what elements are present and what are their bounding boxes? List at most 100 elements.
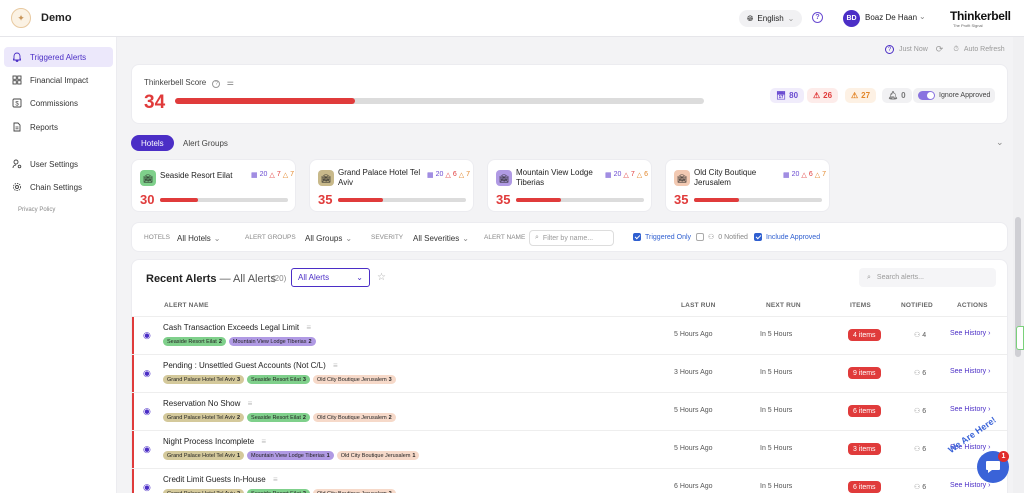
- notes-icon[interactable]: ≡: [306, 323, 311, 332]
- hotel-icon: 🏨︎: [674, 170, 690, 186]
- eye-icon[interactable]: ◉: [143, 406, 151, 417]
- star-icon[interactable]: ☆: [377, 272, 386, 283]
- groups-filter-select[interactable]: All Groups ⌄: [301, 230, 356, 246]
- tab-alert-groups[interactable]: Alert Groups: [173, 135, 238, 151]
- items-badge[interactable]: 6 items: [848, 481, 881, 493]
- sidebar-item-label: Chain Settings: [30, 182, 83, 192]
- next-run: In 5 Hours: [760, 483, 793, 490]
- ignore-approved-toggle[interactable]: Ignore Approved: [913, 88, 996, 103]
- hotel-card[interactable]: 🏨︎ Grand Palace Hotel Tel Aviv ▦ 20 △ 6 △ 7…: [309, 159, 474, 212]
- warning-icon: △: [282, 172, 289, 179]
- hotel-badges: ▦ 20 △ 6 △ 7: [427, 171, 470, 179]
- sidebar-item-triggered-alerts[interactable]: Triggered Alerts: [4, 47, 113, 67]
- sliders-icon[interactable]: ⚌: [227, 78, 234, 87]
- col-next-run[interactable]: NEXT RUN: [766, 302, 801, 309]
- table-row[interactable]: ◉ Reservation No Show ≡ Grand Palace Hot…: [132, 392, 1007, 430]
- severity-filter-select[interactable]: All Severities ⌄: [409, 230, 473, 246]
- user-name[interactable]: Boaz De Haan: [865, 13, 917, 22]
- hotel-card[interactable]: 🏨︎ Seaside Resort Eilat ▦ 20 △ 7 △ 7 30: [131, 159, 296, 212]
- alert-name[interactable]: Night Process Incomplete ≡: [163, 437, 266, 446]
- page-scrollbar[interactable]: [1013, 37, 1024, 493]
- table-row[interactable]: ◉ Pending : Unsettled Guest Accounts (No…: [132, 354, 1007, 392]
- name-filter-label: ALERT NAME: [484, 234, 526, 241]
- checkbox-unchecked-icon[interactable]: [696, 233, 704, 241]
- calendar-count-pill[interactable]: 📅︎ 80: [770, 88, 805, 103]
- col-items[interactable]: ITEMS: [850, 302, 871, 309]
- see-history-link[interactable]: See History ›: [950, 482, 990, 489]
- hotel-score-bar: [516, 198, 644, 202]
- app-logo[interactable]: ✦: [11, 8, 31, 28]
- alerts-search-input[interactable]: ⌕ Search alerts...: [859, 268, 996, 287]
- zero-notified-checkbox[interactable]: ⚇ 0 Notified: [696, 233, 748, 241]
- notes-icon[interactable]: ≡: [248, 399, 253, 408]
- notes-icon[interactable]: ≡: [273, 475, 278, 484]
- refresh-icon[interactable]: ⟳: [936, 44, 944, 55]
- col-last-run[interactable]: LAST RUN: [681, 302, 715, 309]
- triggered-only-checkbox[interactable]: Triggered Only: [633, 233, 691, 241]
- see-history-link[interactable]: See History ›: [950, 330, 990, 337]
- avatar[interactable]: BD: [843, 10, 860, 27]
- items-badge[interactable]: 6 items: [848, 405, 881, 417]
- see-history-link[interactable]: See History ›: [950, 406, 990, 413]
- name-filter-input[interactable]: ⌕ Filter by name...: [529, 230, 614, 246]
- help-icon[interactable]: ?: [812, 12, 823, 23]
- warning-icon: △: [636, 172, 643, 179]
- toggle-switch[interactable]: [918, 91, 935, 100]
- notes-icon[interactable]: ≡: [333, 361, 338, 370]
- include-approved-checkbox[interactable]: Include Approved: [754, 233, 820, 241]
- eye-icon[interactable]: ◉: [143, 482, 151, 493]
- collapse-chevron-icon[interactable]: ⌄: [996, 137, 1004, 148]
- sidebar-item-commissions[interactable]: $ Commissions: [4, 93, 113, 113]
- alert-name[interactable]: Pending : Unsettled Guest Accounts (Not …: [163, 361, 338, 370]
- notification-count-pill[interactable]: 🔔︎ 0: [882, 88, 912, 103]
- search-icon: ⌕: [535, 234, 539, 241]
- auto-refresh-toggle[interactable]: Auto Refresh: [964, 46, 1005, 53]
- table-row[interactable]: ◉ Credit Limit Guests In-House ≡ Grand P…: [132, 468, 1007, 493]
- language-selector[interactable]: 🌐︎ English ⌄: [739, 10, 803, 27]
- alert-name[interactable]: Reservation No Show ≡: [163, 399, 252, 408]
- alert-name[interactable]: Credit Limit Guests In-House ≡: [163, 475, 278, 484]
- warning-count-pill[interactable]: ⚠︎ 27: [845, 88, 877, 103]
- hotel-score-bar: [338, 198, 466, 202]
- info-icon[interactable]: ?: [212, 80, 221, 88]
- hotel-tag: Grand Palace Hotel Tel Aviv2: [163, 489, 245, 493]
- checkbox-checked-icon[interactable]: [754, 233, 762, 241]
- sidebar-item-chain-settings[interactable]: Chain Settings: [4, 177, 113, 197]
- language-label: English: [757, 14, 784, 23]
- sidebar-item-user-settings[interactable]: User Settings: [4, 154, 113, 174]
- tab-hotels[interactable]: Hotels: [131, 135, 174, 151]
- alert-name[interactable]: Cash Transaction Exceeds Legal Limit ≡: [163, 323, 311, 332]
- see-history-link[interactable]: See History ›: [950, 368, 990, 375]
- alert-count-pill[interactable]: ⚠︎ 26: [807, 88, 839, 103]
- hotel-card[interactable]: 🏨︎ Old City Boutique Jerusalem ▦ 20 △ 6 △ 7…: [665, 159, 830, 212]
- user-menu-chevron-icon[interactable]: ⌄: [919, 12, 926, 21]
- alert-icon: △: [801, 172, 807, 179]
- sidebar-item-financial-impact[interactable]: Financial Impact: [4, 70, 113, 90]
- alert-icon: △: [623, 172, 629, 179]
- privacy-policy-link[interactable]: Privacy Policy: [18, 207, 55, 213]
- tag-count: 3: [236, 376, 241, 383]
- last-run: 3 Hours Ago: [674, 369, 713, 376]
- alerts-subtitle: — All Alerts: [219, 273, 276, 285]
- table-row[interactable]: ◉ Night Process Incomplete ≡ Grand Palac…: [132, 430, 1007, 468]
- eye-icon[interactable]: ◉: [143, 330, 151, 341]
- tag-label: Grand Palace Hotel Tel Aviv: [167, 452, 235, 459]
- eye-icon[interactable]: ◉: [143, 444, 151, 455]
- col-notified[interactable]: NOTIFIED: [901, 302, 933, 309]
- checkbox-checked-icon[interactable]: [633, 233, 641, 241]
- calendar-icon: ▦: [605, 172, 612, 179]
- side-widget-tab[interactable]: [1016, 326, 1024, 350]
- hotels-filter-select[interactable]: All Hotels ⌄: [173, 230, 225, 246]
- items-badge[interactable]: 3 items: [848, 443, 881, 455]
- table-row[interactable]: ◉ Cash Transaction Exceeds Legal Limit ≡…: [132, 316, 1007, 354]
- items-badge[interactable]: 4 items: [848, 329, 881, 341]
- hotel-card[interactable]: 🏨︎ Mountain View Lodge Tiberias ▦ 20 △ 7 △…: [487, 159, 652, 212]
- col-alert-name[interactable]: ALERT NAME: [164, 302, 209, 309]
- hotel-score: 35: [496, 192, 511, 207]
- notes-icon[interactable]: ≡: [261, 437, 266, 446]
- sidebar-item-reports[interactable]: Reports: [4, 117, 113, 137]
- alerts-filter-select[interactable]: All Alerts ⌄: [291, 268, 370, 287]
- items-badge[interactable]: 9 items: [848, 367, 881, 379]
- eye-icon[interactable]: ◉: [143, 368, 151, 379]
- tag-count: 2: [302, 414, 306, 421]
